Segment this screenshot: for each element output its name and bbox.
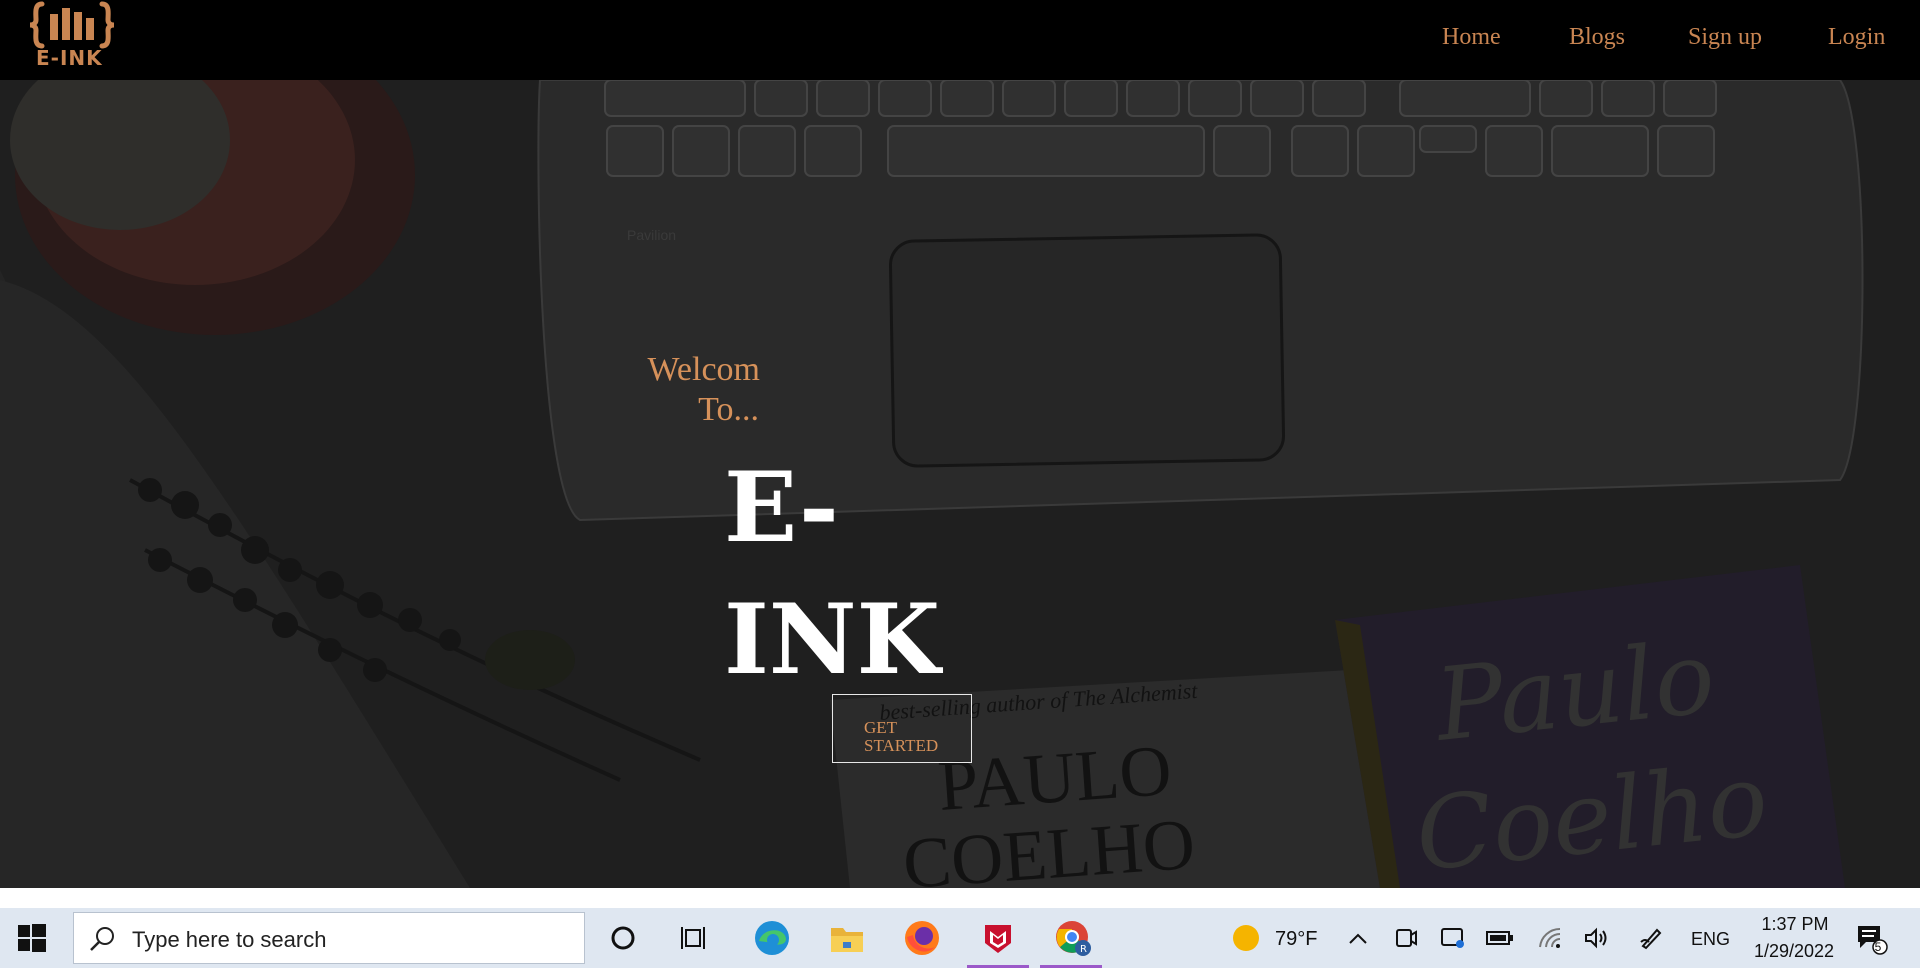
- pen-workspace-icon[interactable]: [1629, 916, 1673, 960]
- get-started-button[interactable]: GET STARTED: [832, 694, 972, 763]
- cortana-icon[interactable]: [601, 916, 645, 960]
- language-indicator[interactable]: ENG: [1691, 929, 1730, 950]
- weather-sun-icon[interactable]: [1224, 916, 1268, 960]
- hero-section: best-selling author of The Alchemist PAU…: [0, 80, 1920, 888]
- navbar: E-INK Home Blogs Sign up Login: [0, 0, 1920, 80]
- hero-brand-title: E- INK: [724, 442, 1004, 706]
- wifi-icon[interactable]: [1528, 916, 1572, 960]
- file-explorer-icon[interactable]: [825, 916, 869, 960]
- windows-taskbar: Type here to search R 79°F ENG 1:37 PM 1…: [0, 908, 1920, 968]
- edge-browser-icon[interactable]: [750, 916, 794, 960]
- taskbar-search-box[interactable]: Type here to search: [73, 912, 585, 964]
- welcome-line1: Welcom: [647, 351, 760, 388]
- tray-overflow-chevron-icon[interactable]: [1336, 916, 1380, 960]
- meet-camera-icon[interactable]: [1384, 916, 1428, 960]
- logo-icon: [29, 1, 115, 49]
- cta-line1: GET: [864, 717, 898, 737]
- taskbar-separator: [0, 888, 1920, 908]
- nav-home-link[interactable]: Home: [1442, 24, 1501, 51]
- search-placeholder: Type here to search: [132, 927, 327, 952]
- logo-text: E-INK: [36, 46, 103, 70]
- battery-icon[interactable]: [1478, 916, 1522, 960]
- svg-text:R: R: [1080, 944, 1087, 955]
- screen-sync-icon[interactable]: [1431, 916, 1475, 960]
- welcome-text: Welcom To...: [634, 350, 794, 430]
- brand-line2: INK: [724, 583, 941, 696]
- weather-temperature[interactable]: 79°F: [1275, 928, 1317, 951]
- search-icon: [90, 927, 114, 951]
- windows-logo-icon: [18, 924, 46, 952]
- nav-signup-link[interactable]: Sign up: [1688, 24, 1762, 51]
- start-button[interactable]: [18, 924, 48, 954]
- notification-count-badge: 5: [1874, 940, 1882, 954]
- bg-laptop-brand: Pavilion: [627, 227, 676, 243]
- cta-line2: STARTED: [864, 735, 939, 755]
- clock-time[interactable]: 1:37 PM: [1755, 914, 1835, 935]
- mcafee-icon[interactable]: [976, 916, 1020, 960]
- nav-blogs-link[interactable]: Blogs: [1569, 24, 1625, 51]
- brand-line1: E-: [724, 451, 839, 564]
- nav-login-link[interactable]: Login: [1828, 24, 1885, 51]
- volume-icon[interactable]: [1575, 916, 1619, 960]
- firefox-icon[interactable]: [900, 916, 944, 960]
- task-view-icon[interactable]: [673, 916, 717, 960]
- welcome-line2: To...: [698, 391, 759, 428]
- chrome-icon[interactable]: R: [1051, 916, 1095, 960]
- notification-center-icon[interactable]: [1849, 916, 1893, 960]
- clock-date[interactable]: 1/29/2022: [1742, 941, 1846, 962]
